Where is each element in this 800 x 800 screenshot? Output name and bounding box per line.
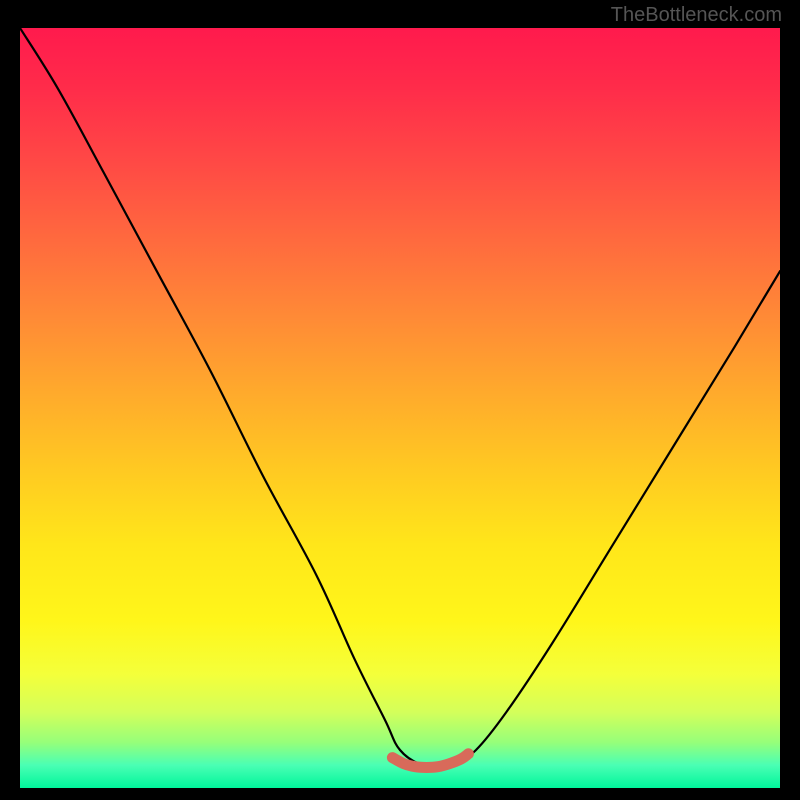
watermark-text: TheBottleneck.com [611, 4, 782, 27]
bottleneck-curve-line [20, 28, 780, 767]
bottleneck-flat-zone-highlight [392, 754, 468, 768]
chart-svg [20, 28, 780, 788]
chart-area [20, 28, 780, 788]
